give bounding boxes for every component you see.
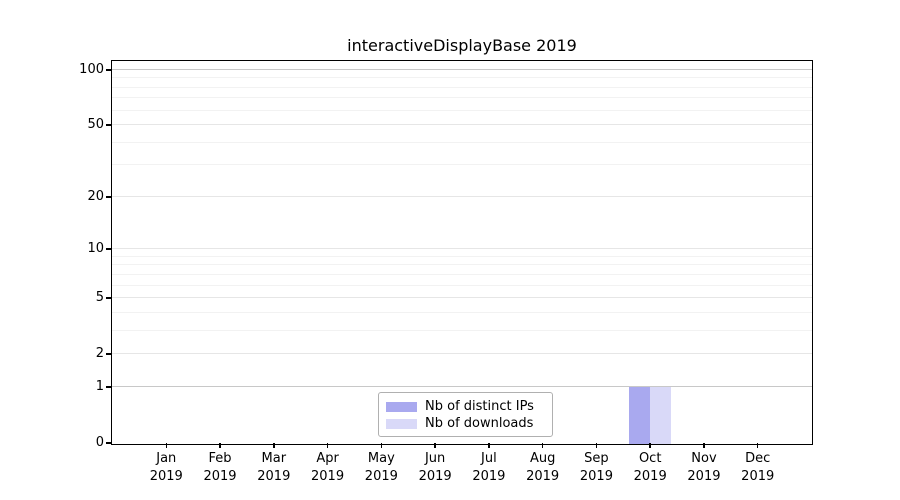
x-tick-mark xyxy=(326,443,329,448)
x-tick-mark xyxy=(756,443,759,448)
grid-line xyxy=(112,124,812,126)
y-tick-mark xyxy=(106,196,112,198)
x-tick-mark xyxy=(273,443,275,448)
legend-label-distinct-ips: Nb of distinct IPs xyxy=(425,399,534,414)
grid-line-minor xyxy=(112,329,812,331)
x-tick-mark xyxy=(165,443,168,448)
grid-line xyxy=(112,195,812,197)
grid-line-minor xyxy=(112,255,812,257)
y-tick-label: 5 xyxy=(95,290,104,306)
grid-line xyxy=(112,248,812,250)
grid-line-minor xyxy=(112,77,812,79)
bar-oct-s0 xyxy=(628,387,650,444)
x-tick-mark xyxy=(595,443,598,448)
grid-line-minor xyxy=(112,109,812,111)
legend-swatch-downloads xyxy=(386,418,417,429)
y-tick-mark xyxy=(106,248,112,250)
y-tick-label: 100 xyxy=(79,62,104,77)
y-tick-label: 20 xyxy=(87,188,104,204)
x-tick-mark xyxy=(703,443,705,448)
y-tick-label: 10 xyxy=(87,241,104,257)
y-tick-label: 50 xyxy=(87,117,104,133)
legend-item-distinct-ips: Nb of distinct IPs xyxy=(386,399,546,414)
y-tick-mark xyxy=(106,442,112,444)
x-tick-mark xyxy=(488,443,490,448)
chart-figure: interactiveDisplayBase 2019 0 1 2 5 10 20 50 10… xyxy=(0,0,900,500)
grid-line-minor xyxy=(112,164,812,166)
grid-line-minor xyxy=(112,141,812,143)
grid-line-minor xyxy=(112,311,812,313)
y-tick-label: 2 xyxy=(95,346,104,362)
y-tick-mark xyxy=(106,386,112,388)
legend-item-downloads: Nb of downloads xyxy=(386,416,546,431)
x-tick-mark xyxy=(541,443,544,448)
y-tick-mark xyxy=(106,124,112,126)
grid-line xyxy=(112,297,812,299)
grid-line xyxy=(112,353,812,355)
grid-line xyxy=(112,69,812,70)
x-tick-mark xyxy=(649,443,651,448)
y-tick-mark xyxy=(106,69,112,71)
x-tick-mark xyxy=(380,443,383,448)
x-tick-mark xyxy=(219,443,221,448)
grid-line-minor xyxy=(112,264,812,266)
grid-line-minor xyxy=(112,284,812,286)
y-tick-label: 1 xyxy=(95,378,104,394)
y-tick-mark xyxy=(106,353,112,355)
plot-area xyxy=(111,59,813,445)
y-tick-label: 0 xyxy=(95,435,104,450)
legend-label-downloads: Nb of downloads xyxy=(425,416,534,431)
grid-line-minor xyxy=(112,273,812,275)
grid-line-minor xyxy=(112,86,812,88)
x-tick-mark xyxy=(434,443,436,448)
y-tick-mark xyxy=(106,297,112,299)
bar-oct-s1 xyxy=(649,387,671,444)
chart-title: interactiveDisplayBase 2019 xyxy=(347,36,577,55)
legend-swatch-distinct-ips xyxy=(386,401,417,412)
legend: Nb of distinct IPs Nb of downloads xyxy=(378,392,553,437)
grid-line-minor xyxy=(112,97,812,99)
x-tick-label: Dec 2019 xyxy=(741,451,775,484)
grid-line xyxy=(112,385,812,387)
